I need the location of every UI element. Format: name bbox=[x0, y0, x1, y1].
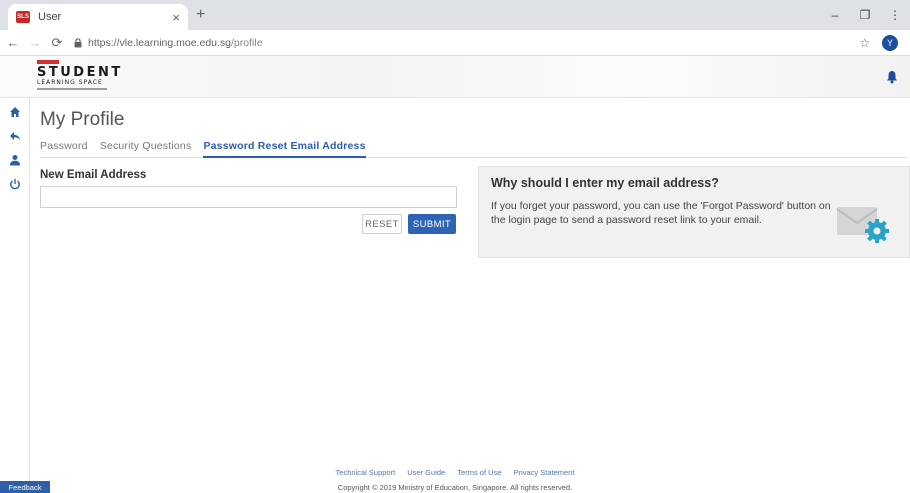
bookmark-star-icon[interactable]: ☆ bbox=[859, 36, 870, 50]
logo-line1: STUDENT bbox=[37, 65, 123, 80]
browser-tab[interactable]: SLS User × bbox=[8, 4, 188, 30]
forward-icon[interactable]: → bbox=[26, 35, 44, 50]
footer-links: Technical Support User Guide Terms of Us… bbox=[0, 468, 910, 477]
tab-password[interactable]: Password bbox=[40, 140, 88, 158]
user-icon bbox=[10, 155, 20, 166]
logo-badge bbox=[37, 60, 59, 64]
profile-avatar[interactable]: Y bbox=[882, 34, 898, 51]
tab-security-questions[interactable]: Security Questions bbox=[100, 140, 192, 158]
info-text: If you forget your password, you can use… bbox=[491, 200, 831, 226]
footer-link-terms-of-use[interactable]: Terms of Use bbox=[457, 468, 501, 477]
nav-back[interactable] bbox=[0, 124, 30, 148]
email-field[interactable] bbox=[40, 186, 457, 208]
footer-link-user-guide[interactable]: User Guide bbox=[407, 468, 445, 477]
browser-tab-bar: SLS User × + – ❐ ⋮ bbox=[0, 0, 910, 30]
more-icon[interactable]: ⋮ bbox=[880, 8, 910, 22]
power-icon bbox=[10, 178, 20, 190]
info-panel: Why should I enter my email address? If … bbox=[478, 166, 910, 258]
back-arrow-icon bbox=[10, 132, 20, 141]
minimize-icon[interactable]: – bbox=[820, 8, 850, 22]
lock-icon bbox=[74, 37, 82, 47]
new-tab-icon[interactable]: + bbox=[196, 6, 205, 24]
footer-link-privacy-statement[interactable]: Privacy Statement bbox=[514, 468, 575, 477]
email-field-label: New Email Address bbox=[40, 169, 147, 181]
reload-icon[interactable]: ⟳ bbox=[48, 35, 66, 51]
logo-line2: LEARNING SPACE bbox=[37, 79, 103, 86]
sls-logo[interactable]: STUDENT LEARNING SPACE bbox=[37, 60, 127, 94]
nav-home[interactable] bbox=[0, 100, 30, 124]
window-controls: – ❐ ⋮ bbox=[820, 0, 910, 30]
mail-settings-icon bbox=[836, 207, 889, 243]
copyright-text: Copyright © 2019 Ministry of Education, … bbox=[337, 483, 573, 492]
submit-button[interactable]: SUBMIT bbox=[408, 214, 456, 234]
close-tab-icon[interactable]: × bbox=[172, 10, 180, 25]
footer-link-technical-support[interactable]: Technical Support bbox=[336, 468, 396, 477]
feedback-button[interactable]: Feedback bbox=[0, 481, 50, 493]
info-title: Why should I enter my email address? bbox=[491, 176, 719, 190]
home-icon bbox=[10, 107, 20, 117]
url-path: /profile bbox=[231, 36, 263, 49]
back-icon[interactable]: ← bbox=[4, 35, 22, 50]
restore-icon[interactable]: ❐ bbox=[850, 8, 880, 22]
profile-tabs: Password Security Questions Password Res… bbox=[40, 140, 907, 158]
reset-button[interactable]: RESET bbox=[362, 214, 402, 234]
site-favicon-icon: SLS bbox=[16, 11, 30, 23]
nav-logout[interactable] bbox=[0, 172, 30, 196]
nav-profile[interactable] bbox=[0, 148, 30, 172]
logo-tagline bbox=[37, 88, 107, 90]
page-title: My Profile bbox=[40, 109, 125, 130]
address-bar[interactable]: https://vle.learning.moe.edu.sg/profile bbox=[74, 33, 849, 53]
tab-title: User bbox=[38, 11, 62, 23]
browser-toolbar: ← → ⟳ https://vle.learning.moe.edu.sg/pr… bbox=[0, 30, 910, 56]
tab-password-reset-email[interactable]: Password Reset Email Address bbox=[203, 140, 366, 158]
app-header: STUDENT LEARNING SPACE bbox=[0, 56, 910, 98]
left-nav-rail bbox=[0, 98, 30, 493]
url-host: https://vle.learning.moe.edu.sg bbox=[88, 36, 232, 49]
bell-icon[interactable] bbox=[886, 70, 898, 84]
